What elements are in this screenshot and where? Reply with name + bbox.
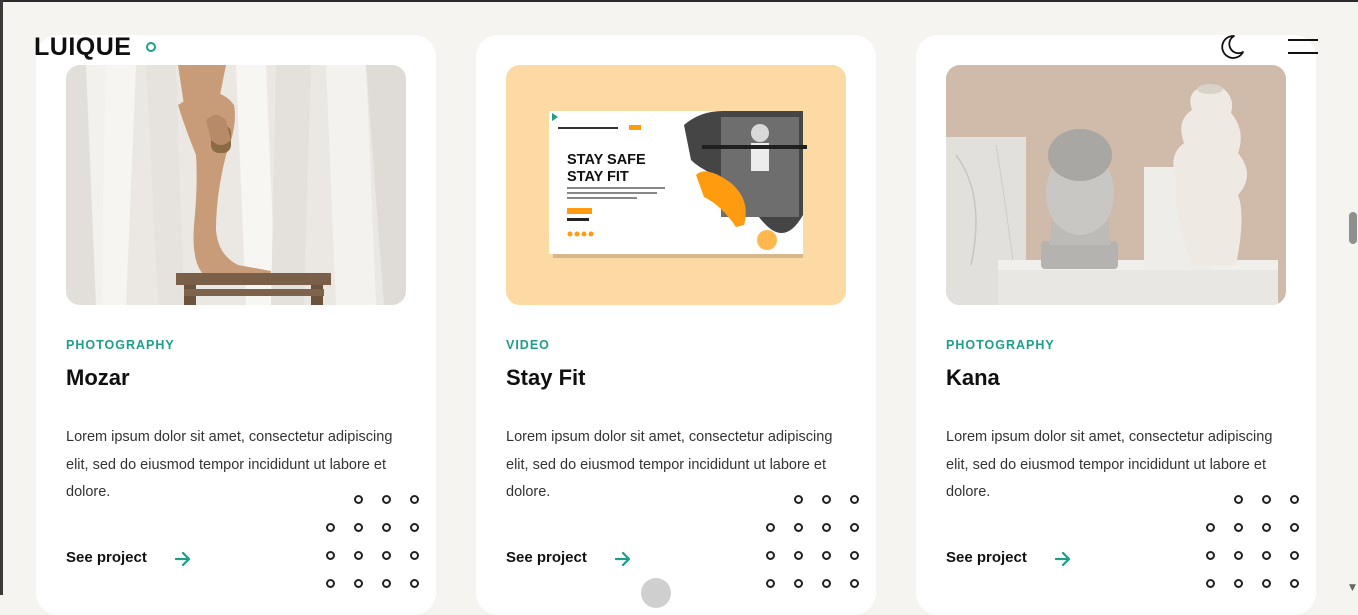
decorative-dot: [850, 523, 859, 532]
decorative-dot: [354, 579, 363, 588]
decorative-dot: [1290, 495, 1299, 504]
decorative-dot: [1290, 523, 1299, 532]
decorative-dot: [766, 579, 775, 588]
project-card-stay-fit: STAY SAFE STAY FIT VIDEO Stay Fit Lorem …: [476, 35, 876, 615]
project-category: PHOTOGRAPHY: [66, 338, 175, 352]
decorative-dot: [410, 495, 419, 504]
menu-line: [1288, 52, 1318, 54]
window-left-border: [0, 0, 3, 595]
decorative-dot: [326, 579, 335, 588]
decorative-dot: [354, 551, 363, 560]
see-project-link[interactable]: See project: [506, 549, 587, 566]
decorative-dot: [1262, 579, 1271, 588]
project-title[interactable]: Mozar: [66, 365, 130, 391]
decorative-dot: [382, 579, 391, 588]
stay-fit-text: STAY FIT: [567, 169, 629, 185]
decorative-dot: [1234, 495, 1243, 504]
decorative-dot: [794, 495, 803, 504]
decorative-dot: [850, 579, 859, 588]
see-project-link[interactable]: See project: [66, 549, 147, 566]
decorative-dot: [382, 495, 391, 504]
stay-fit-mockup: STAY SAFE STAY FIT: [506, 65, 846, 305]
decorative-dot: [1206, 551, 1215, 560]
buddha-photo: [946, 65, 1286, 305]
decorative-dot: [1290, 579, 1299, 588]
decorative-dot: [766, 523, 775, 532]
moon-icon[interactable]: [1218, 32, 1246, 60]
project-image-mozar[interactable]: [66, 65, 406, 305]
decorative-dot: [766, 551, 775, 560]
decorative-dot: [354, 495, 363, 504]
window-top-border: [0, 0, 1358, 2]
decorative-dot: [382, 523, 391, 532]
decorative-dot: [410, 551, 419, 560]
decorative-dot: [794, 579, 803, 588]
project-category: VIDEO: [506, 338, 550, 352]
decorative-dot: [822, 495, 831, 504]
decorative-dot: [794, 551, 803, 560]
site-logo[interactable]: LUIQUE: [34, 33, 131, 62]
project-category: PHOTOGRAPHY: [946, 338, 1055, 352]
stay-safe-text: STAY SAFE: [567, 152, 646, 168]
decorative-dot: [822, 523, 831, 532]
arrow-right-icon[interactable]: [1055, 552, 1071, 566]
decorative-dot: [326, 523, 335, 532]
decorative-dot: [1262, 523, 1271, 532]
decorative-dot: [1206, 523, 1215, 532]
arrow-right-icon[interactable]: [615, 552, 631, 566]
project-title[interactable]: Kana: [946, 365, 1000, 391]
decorative-dot: [1262, 495, 1271, 504]
menu-icon[interactable]: [1288, 37, 1318, 57]
decorative-dot: [354, 523, 363, 532]
decorative-dot: [382, 551, 391, 560]
project-title[interactable]: Stay Fit: [506, 365, 585, 391]
scroll-down-arrow-icon[interactable]: ▼: [1349, 583, 1356, 593]
project-card-mozar: PHOTOGRAPHY Mozar Lorem ipsum dolor sit …: [36, 35, 436, 615]
decorative-dot: [1262, 551, 1271, 560]
decorative-dot: [850, 551, 859, 560]
decorative-dot: [1234, 579, 1243, 588]
leg-photo: [66, 65, 406, 305]
project-image-stay-fit[interactable]: STAY SAFE STAY FIT: [506, 65, 846, 305]
decorative-dot: [850, 495, 859, 504]
decorative-dot: [822, 579, 831, 588]
decorative-dot: [1234, 523, 1243, 532]
decorative-dot: [1206, 579, 1215, 588]
scrollbar-thumb[interactable]: [1349, 212, 1357, 244]
logo-dot-icon: [146, 42, 156, 52]
arrow-right-icon[interactable]: [175, 552, 191, 566]
decorative-dot: [822, 551, 831, 560]
menu-line: [1288, 39, 1318, 41]
decorative-dot: [1290, 551, 1299, 560]
decorative-dot: [410, 523, 419, 532]
scroll-indicator: [641, 578, 671, 608]
decorative-dot: [326, 551, 335, 560]
project-image-kana[interactable]: [946, 65, 1286, 305]
decorative-dot: [1234, 551, 1243, 560]
decorative-dot: [794, 523, 803, 532]
decorative-dot: [410, 579, 419, 588]
see-project-link[interactable]: See project: [946, 549, 1027, 566]
project-card-kana: PHOTOGRAPHY Kana Lorem ipsum dolor sit a…: [916, 35, 1316, 615]
